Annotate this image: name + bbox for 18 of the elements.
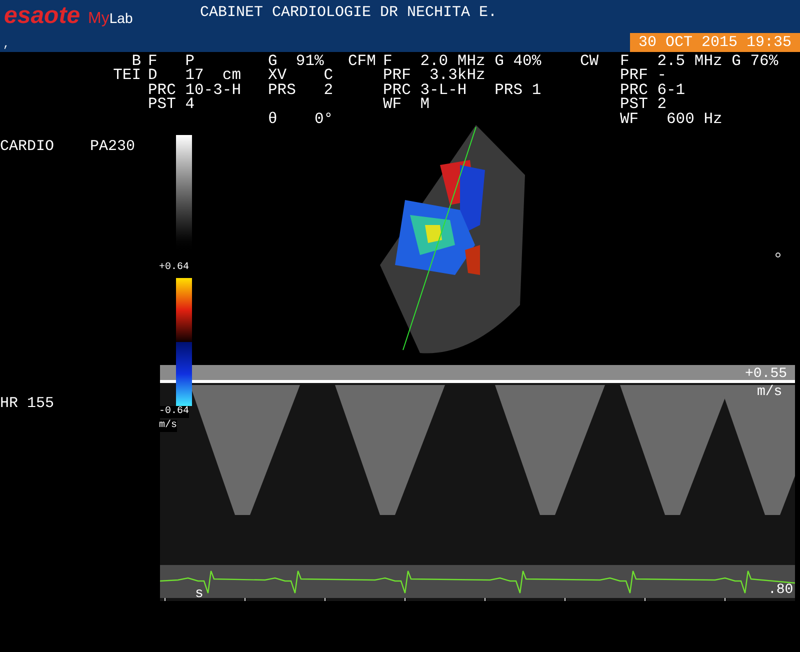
probe-label: PA230 (90, 137, 136, 157)
velocity-max-label: +0.55 (745, 367, 788, 381)
preset-label: CARDIO (0, 137, 54, 157)
parameter-text: CW (580, 52, 599, 70)
clinic-title: CABINET CARDIOLOGIE DR NECHITA E. (200, 3, 498, 23)
scale-unit-label: m/s (159, 420, 178, 432)
parameter-text: CFM (348, 52, 376, 70)
velocity-min-label: .80 (768, 583, 794, 597)
parameter-text: θ 0° (268, 110, 334, 128)
scale-max-label: +0.64 (159, 262, 190, 274)
velocity-unit-label: m/s (757, 385, 782, 399)
status-mark: , (2, 38, 10, 52)
date-time: 30 OCT 2015 19:35 (630, 33, 800, 52)
heart-rate-label: HR 155 (0, 394, 54, 414)
logo: esaote MyLab (3, 1, 134, 31)
marker-icon (775, 252, 781, 258)
time-unit-label: s (195, 587, 204, 601)
scale-min-label: -0.64 (159, 406, 190, 418)
